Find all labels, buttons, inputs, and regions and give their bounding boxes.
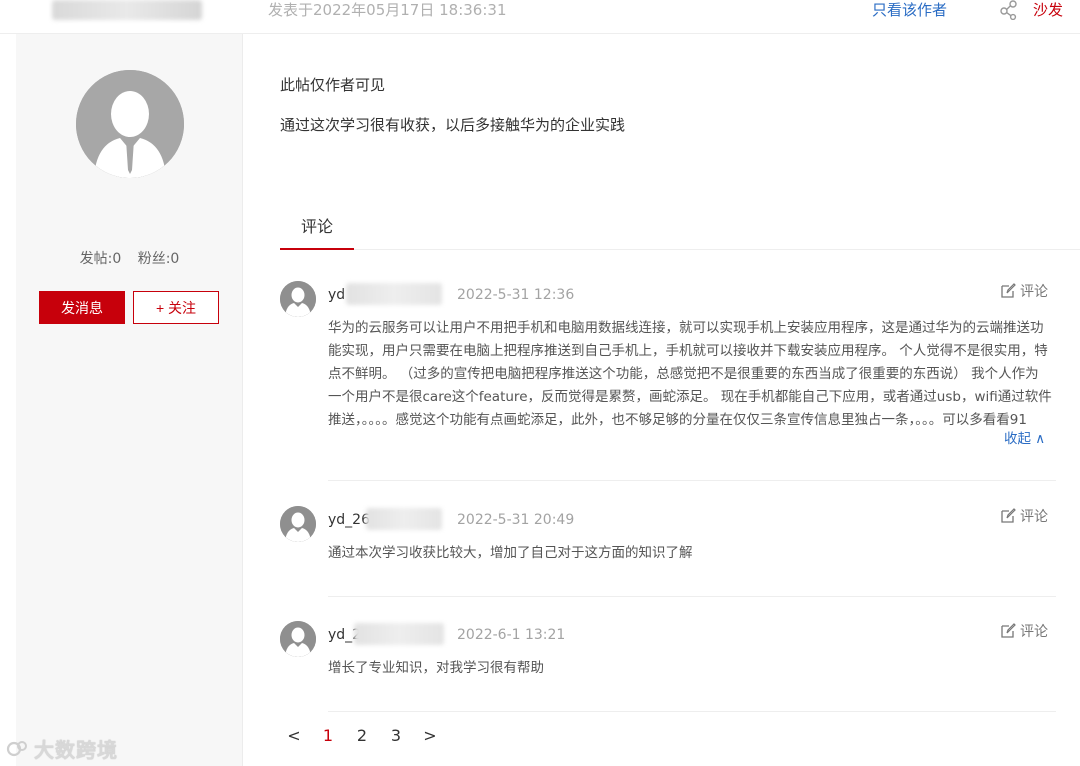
collapse-link[interactable]: 收起 ∧ (1004, 427, 1045, 447)
comment-text: 华为的云服务可以让用户不用把手机和电脑用数据线连接，就可以实现手机上安装应用程序… (328, 320, 1052, 428)
author-avatar[interactable] (76, 70, 184, 178)
page-3-button[interactable]: 3 (382, 721, 410, 749)
reply-label: 评论 (1020, 624, 1048, 640)
edit-icon (1001, 508, 1016, 523)
post-header-bar: 发表于2022年05月17日 18:36:31 只看该作者 沙发 (0, 0, 1080, 34)
page-1-button[interactable]: 1 (314, 721, 342, 749)
posts-count: 发帖:0 (79, 251, 122, 267)
edit-icon (1001, 283, 1016, 298)
default-avatar-icon (280, 506, 316, 542)
watermark-logo-icon (6, 740, 27, 756)
post-body: 通过这次学习很有收获，以后多接触华为的企业实践 (280, 116, 626, 134)
comment-text: 增长了专业知识，对我学习很有帮助 (328, 660, 544, 676)
watermark-text: 大数跨境 (34, 738, 118, 762)
prev-page-button[interactable]: < (280, 721, 308, 749)
page-2-button[interactable]: 2 (348, 721, 376, 749)
send-message-button[interactable]: 发消息 (39, 291, 125, 324)
reply-label: 评论 (1020, 284, 1048, 300)
default-avatar-icon (280, 621, 316, 657)
fans-count: 粉丝:0 (137, 251, 180, 267)
visibility-note: 此帖仅作者可见 (280, 76, 386, 94)
pagination: < 1 2 3 > (280, 720, 444, 750)
author-name-blurred (52, 0, 202, 20)
reply-label: 评论 (1020, 509, 1048, 525)
commenter-name-blurred (354, 623, 444, 645)
follow-button[interactable]: + 关注 (133, 291, 219, 324)
tab-comments[interactable]: 评论 (280, 214, 354, 250)
author-sidebar: 发帖:0 粉丝:0 发消息 + 关注 (16, 34, 243, 766)
commenter-name-blurred (366, 508, 442, 530)
commenter-avatar[interactable] (280, 621, 316, 657)
comment-time: 2022-6-1 13:21 (457, 627, 566, 643)
comment-item: yd_26 2022-5-31 20:49 评论 通过本次学习收获比较大，增加了… (280, 506, 1056, 616)
post-time: 发表于2022年05月17日 18:36:31 (268, 1, 507, 19)
reply-button[interactable]: 评论 (1000, 506, 1048, 526)
default-avatar-icon (76, 70, 184, 178)
comment-divider (328, 596, 1056, 597)
comment-text: 通过本次学习收获比较大，增加了自己对于这方面的知识了解 (328, 545, 693, 561)
edit-icon (1001, 623, 1016, 638)
comment-divider (328, 480, 1056, 481)
commenter-avatar[interactable] (280, 506, 316, 542)
comment-tabs: 评论 (280, 214, 1080, 250)
watermark: 大数跨境 (6, 734, 118, 763)
reply-button[interactable]: 评论 (1000, 281, 1048, 301)
commenter-name-blurred (346, 283, 442, 305)
commenter-name[interactable]: yd_26 (328, 512, 370, 528)
next-page-button[interactable]: > (416, 721, 444, 749)
post-main: 此帖仅作者可见 通过这次学习很有收获，以后多接触华为的企业实践 评论 yd 20… (244, 34, 1080, 766)
comment-item: yd 2022-5-31 12:36 评论 华为的云服务可以让用户不用把手机和电… (280, 281, 1056, 501)
reply-button[interactable]: 评论 (1000, 621, 1048, 641)
comment-time: 2022-5-31 12:36 (457, 287, 575, 303)
floor-label: 沙发 (1033, 1, 1064, 19)
only-author-link[interactable]: 只看该作者 (872, 0, 947, 20)
comment-time: 2022-5-31 20:49 (457, 512, 575, 528)
default-avatar-icon (280, 281, 316, 317)
comment-item: yd_2 2022-6-1 13:21 评论 增长了专业知识，对我学习很有帮助 (280, 621, 1056, 731)
comment-divider (328, 711, 1056, 712)
share-icon[interactable] (998, 0, 1020, 20)
commenter-avatar[interactable] (280, 281, 316, 317)
author-stats: 发帖:0 粉丝:0 (16, 248, 243, 268)
commenter-name[interactable]: yd (328, 287, 345, 303)
